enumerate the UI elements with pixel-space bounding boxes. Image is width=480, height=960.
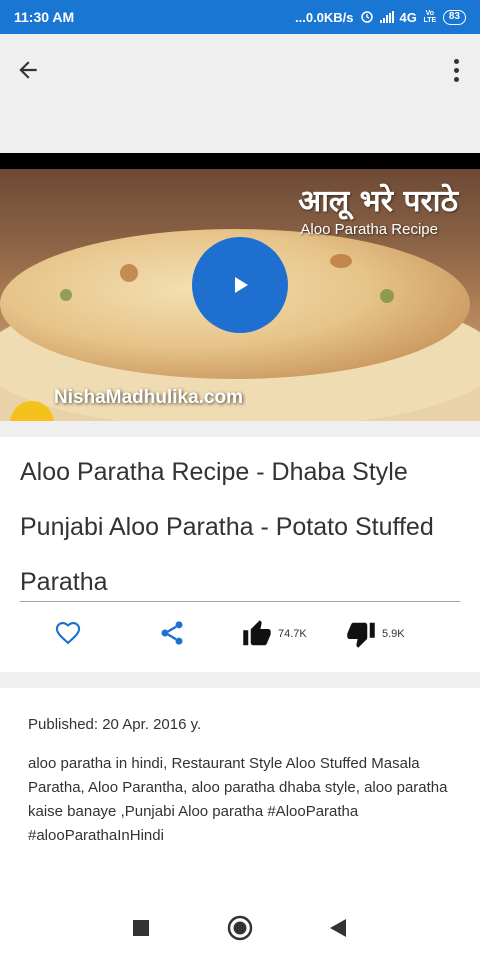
battery-icon: 83 <box>442 9 466 25</box>
divider <box>20 601 460 602</box>
volte-icon: Vo LTE <box>423 10 437 24</box>
like-count: 74.7K <box>278 628 307 640</box>
battery-level: 83 <box>448 11 460 22</box>
alarm-icon <box>360 9 374 26</box>
status-icons: ...0.0KB/s 4G Vo LTE 83 <box>295 9 466 26</box>
network-speed: ...0.0KB/s <box>295 9 354 25</box>
network-type: 4G <box>399 9 417 25</box>
video-overlay-title-english: Aloo Paratha Recipe <box>300 221 438 238</box>
app-bar <box>0 34 480 104</box>
system-nav-bar <box>0 896 480 960</box>
more-options-button[interactable] <box>448 54 464 86</box>
like-button[interactable]: 74.7K <box>242 619 307 649</box>
favorite-button[interactable] <box>54 619 82 647</box>
published-date: Published: 20 Apr. 2016 y. <box>28 716 202 733</box>
dislike-button[interactable]: 5.9K <box>346 619 405 649</box>
video-player[interactable]: आलू भरे पराठे Aloo Paratha Recipe NishaM… <box>0 153 480 421</box>
play-icon <box>235 277 248 293</box>
play-button[interactable] <box>192 237 288 333</box>
triangle-back-icon <box>330 919 346 937</box>
back-nav-button[interactable] <box>324 914 352 942</box>
arrow-back-icon <box>19 61 37 79</box>
more-vert-icon <box>453 58 459 64</box>
description-card: Published: 20 Apr. 2016 y. aloo paratha … <box>0 688 480 896</box>
status-bar: 11:30 AM ...0.0KB/s 4G Vo LTE 83 <box>0 0 480 34</box>
video-watermark: NishaMadhulika.com <box>54 387 243 408</box>
description-text: aloo paratha in hindi, Restaurant Style … <box>28 755 448 844</box>
heart-outline-icon <box>55 622 81 645</box>
dislike-count: 5.9K <box>382 628 405 640</box>
home-button[interactable] <box>226 914 254 942</box>
status-time: 11:30 AM <box>14 9 75 25</box>
recipe-title-card: Aloo Paratha Recipe - Dhaba Style Punjab… <box>0 437 480 672</box>
home-circle-icon <box>227 915 253 941</box>
share-button[interactable] <box>158 619 186 647</box>
recents-button[interactable] <box>127 914 155 942</box>
video-overlay-title-hindi: आलू भरे पराठे <box>298 184 458 219</box>
back-button[interactable] <box>12 54 44 86</box>
recipe-title: Aloo Paratha Recipe - Dhaba Style Punjab… <box>20 458 434 596</box>
share-icon <box>161 621 183 645</box>
square-icon <box>133 920 149 936</box>
signal-icon <box>379 11 394 23</box>
thumb-down-icon <box>347 622 375 648</box>
thumb-up-icon <box>243 620 271 646</box>
